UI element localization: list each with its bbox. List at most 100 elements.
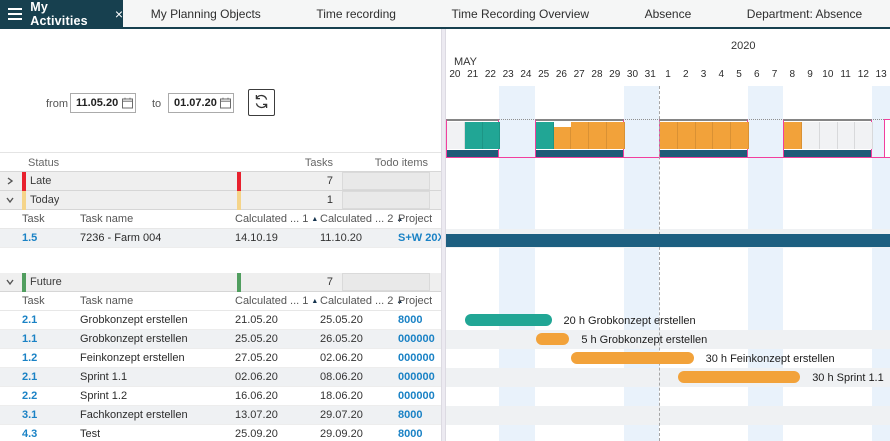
- task-calc2-date: 18.06.20: [320, 387, 363, 406]
- task-calc2-date: 02.06.20: [320, 349, 363, 368]
- sort-asc-icon[interactable]: ▲: [311, 298, 318, 305]
- group-todo-cell: [342, 191, 430, 209]
- menu-icon[interactable]: [8, 5, 22, 23]
- day-header: 28: [588, 69, 606, 83]
- panel-splitter[interactable]: [441, 29, 446, 441]
- group-status-bar: [22, 191, 26, 210]
- group-row-future[interactable]: Future7: [0, 273, 443, 292]
- chevron-down-icon[interactable]: [5, 195, 15, 205]
- task-row-1.2[interactable]: 1.2 Feinkonzept erstellen 27.05.20 02.06.20…: [0, 349, 443, 368]
- calendar-icon[interactable]: [122, 97, 133, 112]
- capacity-baseline: [536, 150, 623, 157]
- task-project[interactable]: 8000: [398, 311, 443, 330]
- task-number[interactable]: 1.5: [22, 229, 37, 248]
- sub-column-task-name[interactable]: Task name: [80, 210, 133, 229]
- task-number[interactable]: 1.1: [22, 330, 37, 349]
- task-row-3.1[interactable]: 3.1Fachkonzept erstellen13.07.2029.07.20…: [0, 406, 443, 425]
- capacity-week-block: [659, 119, 748, 158]
- calendar-icon[interactable]: [220, 97, 231, 112]
- sub-column-calc1[interactable]: Calculated ... 1▲: [235, 292, 318, 311]
- app-window: My Activities × My Planning Objects Time …: [0, 0, 890, 441]
- gantt-bar-range[interactable]: [446, 234, 890, 247]
- task-row-2.2[interactable]: 2.2Sprint 1.216.06.2018.06.20000000: [0, 387, 443, 406]
- table-spacer: [0, 248, 443, 273]
- sub-column-calc1[interactable]: Calculated ... 1▲: [235, 210, 318, 229]
- day-header: 31: [641, 69, 659, 83]
- capacity-bar-empty: [855, 122, 873, 149]
- capacity-bar-empty: [447, 122, 465, 149]
- gantt-bar-pill[interactable]: [536, 333, 570, 345]
- gantt-bar-pill[interactable]: [678, 371, 800, 383]
- task-calc2-date: 29.09.20: [320, 425, 363, 441]
- tab-department-absence[interactable]: Department: Absence: [741, 7, 868, 21]
- task-row-4.3[interactable]: 4.3Test25.09.2029.09.208000: [0, 425, 443, 441]
- column-header-tasks[interactable]: Tasks: [237, 153, 333, 173]
- task-number[interactable]: 2.2: [22, 387, 37, 406]
- tab-time-recording[interactable]: Time recording: [310, 7, 402, 21]
- sub-column-calc2[interactable]: Calculated ... 2▲: [320, 292, 403, 311]
- sort-asc-icon[interactable]: ▲: [311, 216, 318, 223]
- task-number[interactable]: 4.3: [22, 425, 37, 441]
- tab-absence[interactable]: Absence: [639, 7, 698, 21]
- tab-my-planning-objects[interactable]: My Planning Objects: [145, 7, 267, 21]
- task-row-2.1[interactable]: 2.1Grobkonzept erstellen21.05.2025.05.20…: [0, 311, 443, 330]
- group-row-late[interactable]: Late7: [0, 172, 443, 191]
- capacity-bar-empty: [838, 122, 856, 149]
- day-header: 11: [837, 69, 855, 83]
- sub-column-task[interactable]: Task: [22, 292, 45, 311]
- sub-column-project[interactable]: Project: [398, 210, 432, 229]
- task-name: Feinkonzept erstellen: [80, 349, 185, 368]
- task-project[interactable]: 000000: [398, 330, 443, 349]
- capacity-bar-orange: [731, 122, 749, 149]
- sub-column-project[interactable]: Project: [398, 292, 432, 311]
- task-project[interactable]: 000000: [398, 387, 443, 406]
- tab-my-activities[interactable]: My Activities ×: [0, 0, 123, 27]
- sub-column-task-name[interactable]: Task name: [80, 292, 133, 311]
- capacity-week-block: [535, 119, 624, 158]
- group-task-count: 1: [243, 191, 333, 210]
- from-date-field[interactable]: [70, 93, 136, 113]
- capacity-bar-orange_partial: [554, 127, 572, 149]
- day-header: 27: [570, 69, 588, 83]
- task-row-1.5[interactable]: 1.57236 - Farm 00414.10.1911.10.20S+W 20…: [0, 229, 443, 248]
- active-tab-label: My Activities: [30, 0, 105, 28]
- sub-column-calc2[interactable]: Calculated ... 2▲: [320, 210, 403, 229]
- tab-list: My Planning Objects Time recording Time Re…: [123, 0, 890, 27]
- task-project[interactable]: 8000: [398, 406, 443, 425]
- task-row-1.1[interactable]: 1.1Grobkonzept erstellen25.05.2026.05.20…: [0, 330, 443, 349]
- gantt-bar-pill[interactable]: [571, 352, 693, 364]
- column-header-status[interactable]: Status: [28, 153, 59, 173]
- task-number[interactable]: 2.1: [22, 311, 37, 330]
- task-project[interactable]: 000000: [398, 349, 443, 368]
- task-project[interactable]: 8000: [398, 425, 443, 441]
- task-calc2-date: 11.10.20: [320, 229, 362, 248]
- to-date-field[interactable]: [168, 93, 234, 113]
- gantt-bar-label: 30 h Feinkonzept erstellen: [706, 353, 835, 365]
- sub-column-task[interactable]: Task: [22, 210, 45, 229]
- capacity-bar-orange: [784, 122, 802, 149]
- column-header-todo[interactable]: Todo items: [342, 153, 428, 173]
- task-number[interactable]: 1.2: [22, 349, 37, 368]
- group-status-bar: [237, 191, 241, 210]
- day-header: 22: [482, 69, 500, 83]
- chevron-right-icon[interactable]: [5, 176, 15, 186]
- task-number[interactable]: 3.1: [22, 406, 37, 425]
- task-project[interactable]: 000000: [398, 368, 443, 387]
- task-name: Sprint 1.1: [80, 368, 127, 387]
- task-row-2.1[interactable]: 2.1Sprint 1.102.06.2008.06.20000000: [0, 368, 443, 387]
- task-name: 7236 - Farm 004: [80, 229, 161, 248]
- task-project[interactable]: S+W 20X: [398, 229, 443, 248]
- gantt-bar-pill[interactable]: [465, 314, 552, 326]
- task-number[interactable]: 2.1: [22, 368, 37, 387]
- day-header: 10: [819, 69, 837, 83]
- task-calc1-date: 27.05.20: [235, 349, 278, 368]
- group-row-today[interactable]: Today1: [0, 191, 443, 210]
- group-label: Late: [30, 172, 51, 191]
- tab-bar: My Activities × My Planning Objects Time …: [0, 0, 890, 29]
- tab-close-icon[interactable]: ×: [115, 7, 123, 21]
- capacity-bar-orange: [660, 122, 678, 149]
- refresh-button[interactable]: [248, 89, 275, 116]
- weekend-band: [766, 86, 784, 441]
- chevron-down-icon[interactable]: [5, 277, 15, 287]
- tab-time-recording-overview[interactable]: Time Recording Overview: [445, 7, 595, 21]
